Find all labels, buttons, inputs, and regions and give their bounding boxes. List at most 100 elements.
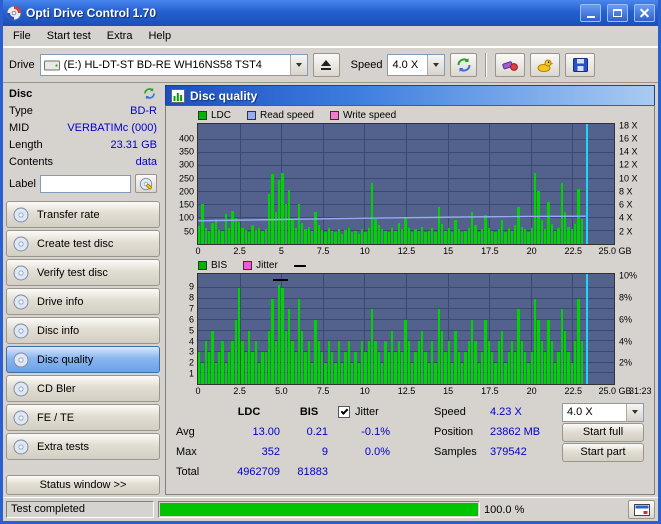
label-row: Label bbox=[6, 171, 160, 195]
chart-bar bbox=[357, 362, 361, 384]
sidebar-button-cd-bler[interactable]: CD Bler bbox=[6, 375, 160, 402]
chart-bar bbox=[417, 341, 420, 384]
chart-bar bbox=[274, 341, 277, 384]
chart-bar bbox=[311, 362, 314, 384]
sidebar-button-create-test-disc[interactable]: Create test disc bbox=[6, 230, 160, 257]
field-label: Length bbox=[9, 139, 43, 151]
speed-select[interactable]: 4.0 X bbox=[387, 54, 446, 76]
chart-bar bbox=[281, 287, 284, 384]
content-area: Disc Type BD-R MID VERBATIMc (000) Length 23.… bbox=[3, 83, 658, 497]
legend-swatch bbox=[293, 264, 306, 267]
sidebar-button-transfer-rate[interactable]: Transfer rate bbox=[6, 201, 160, 228]
y-axis-label: 250 bbox=[178, 173, 194, 184]
y-axis-label: 6% bbox=[619, 314, 633, 325]
drive-dropdown-arrow[interactable] bbox=[289, 55, 307, 75]
drive-select[interactable]: (E:) HL-DT-ST BD-RE WH16NS58 TST4 bbox=[39, 54, 308, 76]
maximize-button[interactable] bbox=[607, 4, 628, 22]
chart-bar bbox=[374, 341, 377, 384]
progress-fill bbox=[160, 503, 478, 516]
sidebar-button-extra-tests[interactable]: Extra tests bbox=[6, 433, 160, 460]
create-test-disc-icon bbox=[13, 236, 29, 252]
chart-bar bbox=[354, 351, 357, 384]
sidebar: Disc Type BD-R MID VERBATIMc (000) Length 23.… bbox=[3, 83, 163, 497]
x-axis-label: 12.5 bbox=[397, 246, 416, 256]
samples-label: Samples bbox=[434, 446, 477, 458]
chart-bar bbox=[504, 362, 507, 384]
label-button[interactable] bbox=[135, 174, 157, 193]
elapsed-time-label: 31:23 bbox=[629, 386, 652, 396]
position-marker bbox=[585, 124, 588, 244]
start-part-button[interactable]: Start part bbox=[562, 442, 644, 462]
speed-select-arrow[interactable] bbox=[626, 403, 643, 421]
chart-bar bbox=[577, 298, 580, 384]
sidebar-button-disc-info[interactable]: Disc info bbox=[6, 317, 160, 344]
y-axis-label: 16 X bbox=[619, 133, 638, 144]
total-bis-value: 81883 bbox=[297, 466, 328, 478]
duck-button[interactable] bbox=[530, 53, 561, 77]
speed-select-bottom[interactable]: 4.0 X bbox=[562, 402, 644, 422]
x-axis-label: 5 bbox=[278, 246, 284, 256]
speed-value: 4.0 X bbox=[392, 59, 419, 71]
chart-bar bbox=[381, 362, 384, 384]
chart-bar bbox=[570, 362, 574, 384]
disc-label-icon bbox=[139, 177, 153, 191]
menu-item-extra[interactable]: Extra bbox=[99, 27, 141, 45]
refresh-icon bbox=[455, 57, 473, 73]
disc-field-type: Type BD-R bbox=[6, 103, 160, 120]
disc-refresh-button[interactable] bbox=[142, 87, 157, 100]
sidebar-button-label: Extra tests bbox=[37, 440, 89, 453]
ldc-x-axis: 0 2.5 5 7.5 10 12.5 15 17.5 20 22.5 25.0 GB bbox=[170, 245, 650, 258]
eject-button[interactable] bbox=[312, 53, 340, 77]
chart-bar bbox=[244, 351, 247, 384]
sidebar-button-fe-te[interactable]: FE / TE bbox=[6, 404, 160, 431]
chart-bar bbox=[440, 330, 444, 384]
status-window-button[interactable]: Status window >> bbox=[6, 475, 160, 495]
speed-dropdown-arrow[interactable] bbox=[427, 55, 445, 75]
start-full-button[interactable]: Start full bbox=[562, 422, 644, 442]
jitter-checkbox[interactable]: Jitter bbox=[338, 406, 400, 418]
save-button[interactable] bbox=[565, 53, 596, 77]
menu-item-file[interactable]: File bbox=[5, 27, 39, 45]
title-bar[interactable]: Opti Drive Control 1.70 bbox=[3, 0, 658, 26]
status-mini-button[interactable] bbox=[628, 500, 655, 519]
sidebar-button-verify-test-disc[interactable]: Verify test disc bbox=[6, 259, 160, 286]
menu-item-help[interactable]: Help bbox=[140, 27, 179, 45]
max-marker bbox=[272, 279, 288, 282]
chart-bar bbox=[251, 351, 254, 384]
y-axis-label: 200 bbox=[178, 186, 194, 197]
sidebar-button-label: Disc info bbox=[37, 324, 80, 337]
label-input[interactable] bbox=[39, 174, 131, 193]
x-axis-label: 15 bbox=[443, 386, 454, 396]
erase-button[interactable] bbox=[495, 53, 526, 77]
fe-te-icon bbox=[13, 410, 29, 426]
chart-bar bbox=[234, 319, 237, 384]
sidebar-button-label: Transfer rate bbox=[37, 208, 100, 221]
sidebar-button-disc-quality[interactable]: Disc quality bbox=[6, 346, 160, 373]
refresh-button[interactable] bbox=[450, 53, 478, 77]
chart-bar bbox=[237, 287, 241, 384]
close-button[interactable] bbox=[634, 4, 655, 22]
chart-bar bbox=[284, 330, 287, 384]
disc-section-title: Disc bbox=[9, 87, 33, 100]
chart-bar bbox=[404, 319, 407, 384]
y-axis-label: 7 bbox=[188, 303, 194, 314]
sidebar-button-drive-info[interactable]: Drive info bbox=[6, 288, 160, 315]
progress-bar bbox=[158, 501, 480, 518]
chart-bar bbox=[477, 362, 480, 384]
minimize-button[interactable] bbox=[580, 4, 601, 22]
chart-bar bbox=[257, 362, 261, 384]
total-row-label: Total bbox=[176, 466, 200, 478]
field-value[interactable]: data bbox=[136, 155, 157, 170]
chart-bar bbox=[394, 351, 397, 384]
y-axis-label: 2 bbox=[188, 357, 194, 368]
y-axis-label: 8 bbox=[188, 292, 194, 303]
chart-bar bbox=[264, 351, 267, 384]
menu-item-start-test[interactable]: Start test bbox=[39, 27, 99, 45]
x-axis-label: 10 bbox=[359, 386, 370, 396]
legend-item: Read speed bbox=[247, 110, 314, 121]
chart-bar bbox=[547, 319, 550, 384]
chart-bar bbox=[254, 341, 257, 384]
checkbox-icon bbox=[338, 406, 350, 418]
chart-bar bbox=[494, 362, 497, 384]
chart-bar bbox=[287, 309, 291, 384]
